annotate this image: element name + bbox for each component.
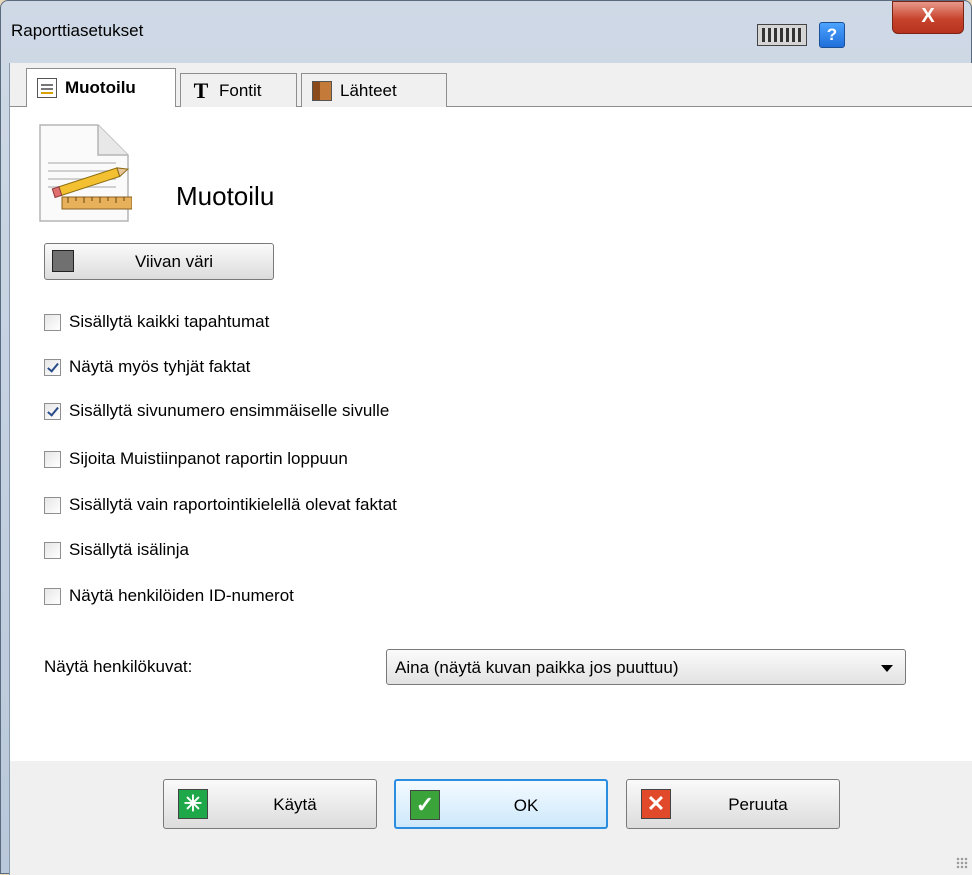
dialog-client: Muotoilu T Fontit Lähteet Muotoilu Viiva… bbox=[9, 63, 972, 875]
checkbox[interactable] bbox=[44, 541, 61, 559]
apply-label: Käytä bbox=[273, 795, 317, 814]
checkbox[interactable] bbox=[44, 358, 61, 376]
checkbox-include-all-events[interactable]: Sisällytä kaikki tapahtumat bbox=[44, 310, 269, 334]
checkbox-page-number-first-page[interactable]: Sisällytä sivunumero ensimmäiselle sivul… bbox=[44, 399, 389, 423]
checkbox-show-empty-facts[interactable]: Näytä myös tyhjät faktat bbox=[44, 355, 250, 379]
tab-fontit[interactable]: T Fontit bbox=[180, 73, 297, 107]
ok-label: OK bbox=[513, 796, 539, 815]
help-button[interactable]: ? bbox=[819, 22, 845, 48]
line-color-swatch bbox=[52, 250, 74, 272]
checkbox-notes-at-end[interactable]: Sijoita Muistiinpanot raportin loppuun bbox=[44, 447, 348, 471]
checkbox-label: Sijoita Muistiinpanot raportin loppuun bbox=[69, 449, 348, 468]
photos-select[interactable]: Aina (näytä kuvan paikka jos puuttuu) bbox=[386, 649, 906, 685]
checkbox-label: Näytä myös tyhjät faktat bbox=[69, 357, 251, 376]
close-button[interactable]: X bbox=[892, 1, 964, 34]
checkbox-label: Näytä henkilöiden ID-numerot bbox=[69, 586, 294, 605]
format-icon bbox=[37, 78, 57, 98]
checkbox-show-person-ids[interactable]: Näytä henkilöiden ID-numerot bbox=[44, 584, 294, 608]
section-title: Muotoilu bbox=[176, 181, 275, 211]
checkbox[interactable] bbox=[44, 313, 61, 331]
chevron-down-icon bbox=[881, 665, 893, 672]
checkbox-label: Sisällytä kaikki tapahtumat bbox=[69, 312, 270, 331]
report-settings-dialog: Raporttiasetukset ? X Muotoilu T Fontit … bbox=[0, 0, 972, 875]
sources-icon bbox=[312, 80, 332, 101]
title-bar: Raporttiasetukset ? X bbox=[1, 1, 972, 63]
format-page: Muotoilu Viivan väri Sisällytä kaikki ta… bbox=[10, 107, 972, 761]
font-icon: T bbox=[193, 77, 209, 103]
format-document-icon bbox=[39, 124, 132, 222]
keyboard-icon[interactable] bbox=[757, 24, 807, 46]
close-icon: ✕ bbox=[641, 789, 671, 819]
checkmark-icon: ✓ bbox=[410, 790, 440, 820]
tab-muotoilu[interactable]: Muotoilu bbox=[26, 68, 176, 108]
checkbox[interactable] bbox=[44, 496, 61, 514]
tab-label: Lähteet bbox=[340, 80, 397, 100]
checkbox-label: Sisällytä vain raportointikielellä oleva… bbox=[69, 495, 397, 514]
apply-button[interactable]: ✳ Käytä bbox=[163, 779, 377, 829]
checkbox-label: Sisällytä isälinja bbox=[69, 540, 189, 559]
cancel-label: Peruuta bbox=[728, 795, 788, 814]
window-title: Raporttiasetukset bbox=[11, 21, 144, 40]
line-color-label: Viivan väri bbox=[134, 252, 214, 271]
ok-button[interactable]: ✓ OK bbox=[394, 779, 608, 829]
resize-grip-icon[interactable] bbox=[956, 857, 968, 869]
line-color-button[interactable]: Viivan väri bbox=[44, 243, 274, 280]
tab-label: Muotoilu bbox=[65, 78, 136, 97]
tab-label: Fontit bbox=[219, 80, 262, 100]
photos-label: Näytä henkilökuvat: bbox=[44, 657, 193, 676]
checkbox[interactable] bbox=[44, 450, 61, 468]
tab-bar: Muotoilu T Fontit Lähteet bbox=[10, 63, 972, 108]
checkbox[interactable] bbox=[44, 402, 61, 420]
apply-icon: ✳ bbox=[178, 789, 208, 819]
photos-select-value: Aina (näytä kuvan paikka jos puuttuu) bbox=[395, 658, 679, 677]
checkbox-report-language-facts[interactable]: Sisällytä vain raportointikielellä oleva… bbox=[44, 493, 397, 517]
tab-lahteet[interactable]: Lähteet bbox=[301, 73, 447, 107]
checkbox-include-paternal-line[interactable]: Sisällytä isälinja bbox=[44, 538, 189, 562]
checkbox[interactable] bbox=[44, 587, 61, 605]
button-bar: ✳ Käytä ✓ OK ✕ Peruuta bbox=[10, 761, 972, 875]
cancel-button[interactable]: ✕ Peruuta bbox=[626, 779, 840, 829]
checkbox-label: Sisällytä sivunumero ensimmäiselle sivul… bbox=[69, 401, 390, 420]
